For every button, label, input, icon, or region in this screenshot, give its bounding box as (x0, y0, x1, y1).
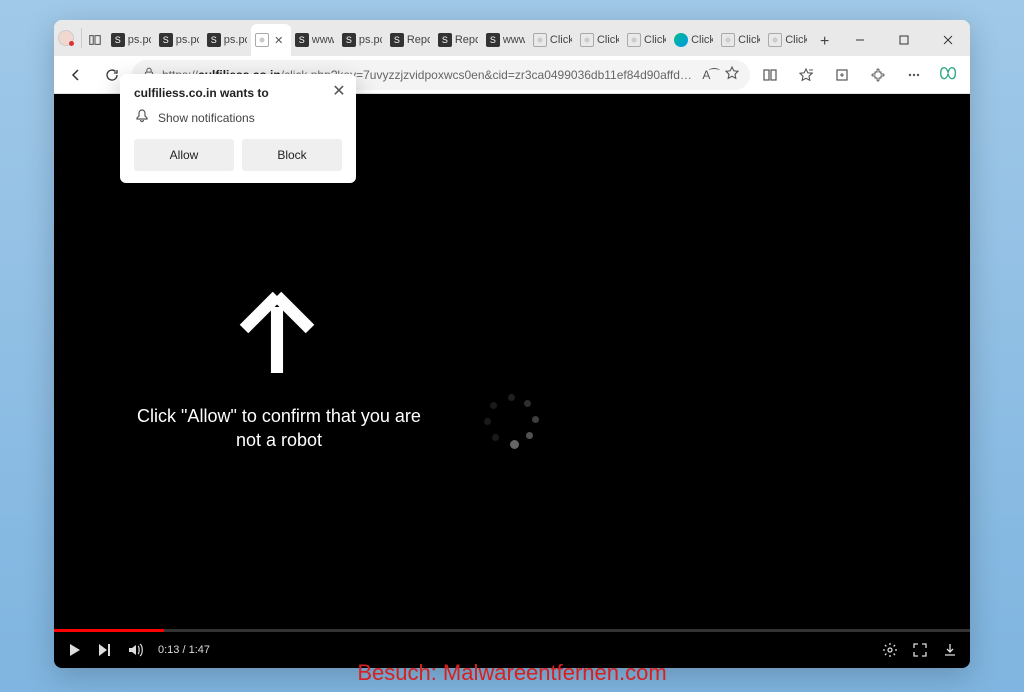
download-button[interactable] (942, 642, 958, 658)
bell-icon (134, 108, 150, 127)
tab-7[interactable]: SRepc (434, 24, 482, 56)
favicon-icon: S (111, 33, 125, 47)
notification-line: Show notifications (158, 111, 255, 125)
tab-3-active[interactable]: ✕ (251, 24, 291, 56)
tab-label: ps.pc (128, 34, 151, 46)
notification-permission-popup: culfiliess.co.in wants to ✕ Show notific… (120, 74, 356, 183)
reader-mode-button[interactable]: A⁀ (702, 68, 718, 82)
tab-5[interactable]: Sps.pc (338, 24, 386, 56)
loading-icon (627, 33, 641, 47)
fullscreen-button[interactable] (912, 642, 928, 658)
favicon-icon: S (342, 33, 356, 47)
favicon-icon: S (438, 33, 452, 47)
favicon-icon: S (295, 33, 309, 47)
block-button[interactable]: Block (242, 139, 342, 171)
tab-label: ps.pc (224, 34, 247, 46)
video-time: 0:13 / 1:47 (158, 644, 210, 656)
back-button[interactable] (60, 59, 92, 91)
notification-close-button[interactable]: ✕ (330, 82, 348, 100)
notification-row: Show notifications (134, 108, 342, 127)
video-total: 1:47 (189, 644, 210, 656)
favicon-icon: S (486, 33, 500, 47)
video-current: 0:13 (158, 644, 179, 656)
tab-14[interactable]: Click (764, 24, 811, 56)
profile-button[interactable] (54, 20, 79, 56)
tab-9[interactable]: Click (529, 24, 576, 56)
edge-icon (674, 33, 688, 47)
tab-label: www (312, 34, 334, 46)
loading-spinner-icon (484, 394, 540, 450)
settings-button[interactable] (882, 642, 898, 658)
tab-actions-button[interactable] (84, 24, 107, 56)
tab-11[interactable]: Click (623, 24, 670, 56)
loading-icon (580, 33, 594, 47)
new-tab-button[interactable]: + (811, 28, 838, 56)
tab-2[interactable]: Sps.pc (203, 24, 251, 56)
arrow-up-icon (222, 274, 332, 389)
tab-label: www (503, 34, 525, 46)
tab-strip: Sps.pc Sps.pc Sps.pc ✕ Swww Sps.pc SRepc… (54, 20, 970, 56)
tab-0[interactable]: Sps.pc (107, 24, 155, 56)
favicon-icon: S (159, 33, 173, 47)
tab-label: Click (691, 34, 713, 46)
loading-icon (255, 33, 269, 47)
loading-icon (721, 33, 735, 47)
tab-6[interactable]: SRepc (386, 24, 434, 56)
split-screen-button[interactable] (754, 59, 786, 91)
favorite-button[interactable] (724, 65, 740, 84)
tab-label: Click (785, 34, 807, 46)
tab-4[interactable]: Swww (291, 24, 338, 56)
tab-10[interactable]: Click (576, 24, 623, 56)
favorites-button[interactable] (790, 59, 822, 91)
video-controls: 0:13 / 1:47 (54, 632, 970, 668)
tab-label: ps.pc (176, 34, 199, 46)
tab-label: ps.pc (359, 34, 382, 46)
window-controls (838, 24, 970, 56)
notification-title: culfiliess.co.in wants to (134, 86, 342, 100)
tab-close-button[interactable]: ✕ (272, 34, 286, 47)
tab-label: Click (644, 34, 666, 46)
play-button[interactable] (66, 642, 82, 658)
tab-1[interactable]: Sps.pc (155, 24, 203, 56)
tab-label: Repc (407, 34, 430, 46)
minimize-button[interactable] (838, 24, 882, 56)
favicon-icon: S (390, 33, 404, 47)
close-window-button[interactable] (926, 24, 970, 56)
copilot-button[interactable] (934, 60, 964, 90)
tab-label: Click (597, 34, 619, 46)
divider (81, 28, 82, 48)
favicon-icon: S (207, 33, 221, 47)
extensions-button[interactable] (862, 59, 894, 91)
confirm-text: Click "Allow" to confirm that you are no… (134, 404, 424, 453)
tab-label: Click (738, 34, 760, 46)
collections-button[interactable] (826, 59, 858, 91)
tab-13[interactable]: Click (717, 24, 764, 56)
tab-8[interactable]: Swww (482, 24, 529, 56)
next-button[interactable] (96, 642, 112, 658)
loading-icon (533, 33, 547, 47)
loading-icon (768, 33, 782, 47)
tab-12[interactable]: Click (670, 24, 717, 56)
more-button[interactable] (898, 59, 930, 91)
tab-label: Click (550, 34, 572, 46)
volume-button[interactable] (126, 641, 144, 659)
tab-label: Repc (455, 34, 478, 46)
allow-button[interactable]: Allow (134, 139, 234, 171)
maximize-button[interactable] (882, 24, 926, 56)
